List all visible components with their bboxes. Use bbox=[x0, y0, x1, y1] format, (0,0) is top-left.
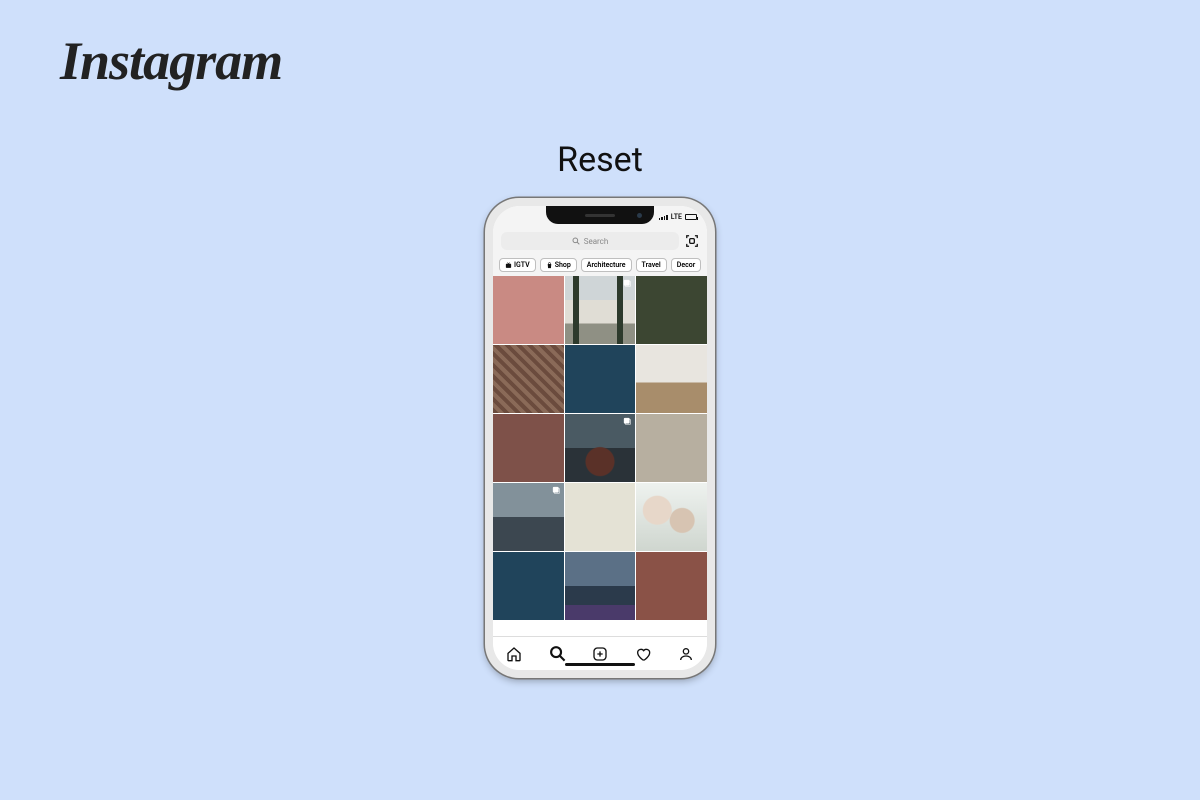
explore-cell[interactable] bbox=[636, 552, 707, 620]
signal-icon bbox=[659, 215, 668, 220]
explore-cell[interactable] bbox=[493, 276, 564, 344]
nav-home[interactable] bbox=[505, 645, 523, 663]
chip-label: Decor bbox=[677, 261, 695, 269]
explore-cell[interactable] bbox=[493, 552, 564, 620]
explore-cell[interactable] bbox=[565, 345, 636, 413]
search-bar: Search bbox=[493, 228, 707, 254]
category-chips: IGTV Shop Architecture Travel Decor bbox=[493, 254, 707, 276]
search-icon bbox=[572, 237, 580, 245]
tv-icon bbox=[505, 262, 512, 269]
explore-cell[interactable] bbox=[565, 483, 636, 551]
chip-igtv[interactable]: IGTV bbox=[499, 258, 536, 272]
explore-cell[interactable] bbox=[636, 483, 707, 551]
carousel-icon bbox=[623, 279, 632, 288]
explore-cell[interactable] bbox=[493, 483, 564, 551]
chip-shop[interactable]: Shop bbox=[540, 258, 577, 272]
instagram-logo: Instagram bbox=[60, 30, 282, 92]
nav-profile[interactable] bbox=[677, 645, 695, 663]
explore-cell[interactable] bbox=[636, 345, 707, 413]
explore-cell[interactable] bbox=[565, 552, 636, 620]
carousel-icon bbox=[623, 417, 632, 426]
chip-travel[interactable]: Travel bbox=[636, 258, 667, 272]
explore-grid bbox=[493, 276, 707, 636]
explore-cell[interactable] bbox=[565, 276, 636, 344]
explore-cell[interactable] bbox=[493, 345, 564, 413]
explore-cell[interactable] bbox=[493, 414, 564, 482]
phone-mockup: LTE Search IGTV Shop bbox=[485, 198, 715, 678]
search-input[interactable]: Search bbox=[501, 232, 679, 250]
nav-add[interactable] bbox=[591, 645, 609, 663]
explore-cell[interactable] bbox=[636, 414, 707, 482]
explore-cell[interactable] bbox=[565, 414, 636, 482]
page-title: Reset bbox=[557, 140, 643, 180]
phone-notch bbox=[546, 206, 654, 224]
bag-icon bbox=[546, 262, 553, 269]
chip-label: Architecture bbox=[587, 261, 626, 269]
explore-cell[interactable] bbox=[636, 276, 707, 344]
chip-decor[interactable]: Decor bbox=[671, 258, 701, 272]
chip-label: Travel bbox=[642, 261, 661, 269]
carousel-icon bbox=[552, 486, 561, 495]
chip-architecture[interactable]: Architecture bbox=[581, 258, 632, 272]
chip-label: IGTV bbox=[514, 261, 530, 269]
chip-label: Shop bbox=[555, 261, 571, 269]
network-label: LTE bbox=[671, 213, 682, 221]
home-indicator bbox=[565, 663, 635, 666]
battery-icon bbox=[685, 214, 697, 220]
phone-screen: LTE Search IGTV Shop bbox=[493, 206, 707, 670]
nav-search[interactable] bbox=[548, 645, 566, 663]
scan-icon[interactable] bbox=[685, 234, 699, 248]
search-placeholder: Search bbox=[584, 237, 609, 246]
nav-activity[interactable] bbox=[634, 645, 652, 663]
